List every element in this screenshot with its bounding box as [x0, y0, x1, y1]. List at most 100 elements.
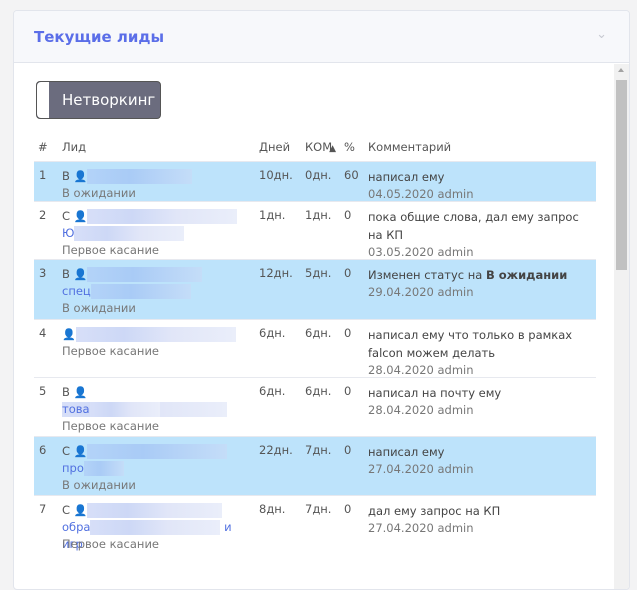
kom-cell: 7дн.: [305, 502, 332, 516]
lead-name-line: С 👤: [62, 502, 242, 519]
col-header-lead[interactable]: Лид: [62, 140, 86, 154]
table-row[interactable]: 2С 👤 Ю Первое касание 1дн. 1дн. 0 пока общие с…: [34, 201, 596, 259]
redacted-name: [83, 461, 124, 476]
lead-status: Первое касание: [62, 537, 159, 551]
col-header-kom[interactable]: КОМ▲: [305, 140, 336, 154]
lead-cell: С 👤 Ю Первое касание: [62, 208, 242, 259]
lead-prefix: С: [62, 503, 71, 517]
table-row[interactable]: 7С 👤 обра и игр Первое касание 8дн. 7дн. 0 дал…: [34, 495, 596, 585]
kom-cell: 6дн.: [305, 326, 332, 340]
comment-date: 29.04.2020 admin: [368, 285, 474, 299]
lead-name-line: В 👤: [62, 266, 242, 283]
percent-cell: 0: [344, 208, 352, 222]
col-header-comment: Комментарий: [368, 140, 452, 154]
lead-cell: В 👤 това Первое касание: [62, 384, 242, 435]
days-cell: 6дн.: [259, 384, 286, 398]
kom-cell: 7дн.: [305, 443, 332, 457]
lead-name-line: В 👤: [62, 384, 242, 417]
lead-cell: 👤 Первое касание: [62, 326, 242, 360]
user-icon: 👤: [73, 504, 88, 517]
networking-toggle[interactable]: Нетворкинг: [36, 81, 161, 119]
comment-cell: пока общие слова, дал ему запрос на КП 03…: [368, 208, 596, 261]
col-header-days[interactable]: Дней: [259, 140, 290, 154]
table-row[interactable]: 5В 👤 това Первое касание 6дн. 6дн. 0 написал н…: [34, 377, 596, 436]
percent-cell: 0: [344, 384, 352, 398]
table-row[interactable]: 1В 👤 В ожидании 10дн. 0дн. 60 написал ему 04.0…: [34, 161, 596, 201]
scroll-up-icon[interactable]: [618, 68, 624, 72]
lead-status: В ожидании: [62, 301, 136, 315]
panel-header[interactable]: Текущие лиды ⌄: [14, 11, 629, 63]
days-cell: 1дн.: [259, 208, 286, 222]
comment-cell: написал ему что только в рамках falcon м…: [368, 326, 596, 379]
redacted-name: [74, 226, 185, 241]
lead-name-line: С 👤: [62, 208, 242, 225]
lead-status: В ожидании: [62, 186, 136, 200]
comment-cell: написал ему 04.05.2020 admin: [368, 168, 596, 203]
comment-text: дал ему запрос на КП: [368, 504, 501, 518]
row-number: 6: [39, 443, 47, 457]
user-icon: 👤: [62, 328, 76, 341]
days-cell: 6дн.: [259, 326, 286, 340]
percent-cell: 60: [344, 168, 359, 182]
lead-status: Первое касание: [62, 419, 159, 433]
redacted-name: [87, 444, 228, 459]
comment-date: 27.04.2020 admin: [368, 521, 474, 535]
days-cell: 10дн.: [259, 168, 293, 182]
lead-link-line: спец: [62, 283, 242, 300]
chevron-down-icon[interactable]: ⌄: [596, 27, 607, 42]
lead-prefix: В: [62, 169, 70, 183]
lead-link[interactable]: това: [62, 402, 90, 416]
row-number: 1: [39, 168, 47, 182]
row-number: 7: [39, 502, 47, 516]
lead-status: Первое касание: [62, 243, 159, 257]
lead-prefix: С: [62, 209, 71, 223]
user-icon: 👤: [73, 268, 88, 281]
lead-link-line: про: [62, 460, 242, 477]
redacted-name: [89, 402, 160, 417]
comment-text: написал ему: [368, 445, 445, 459]
lead-prefix: В: [62, 385, 70, 399]
lead-name-line: В 👤: [62, 168, 242, 185]
lead-prefix: С: [62, 444, 71, 458]
user-icon: 👤: [73, 170, 88, 183]
lead-link-line: обра и игр: [62, 519, 242, 551]
scrollbar[interactable]: [614, 64, 629, 589]
scrollbar-thumb[interactable]: [616, 80, 627, 270]
kom-cell: 0дн.: [305, 168, 332, 182]
comment-cell: написал ему 27.04.2020 admin: [368, 443, 596, 478]
percent-cell: 0: [344, 502, 352, 516]
sort-icon: ▲: [329, 144, 337, 154]
redacted-name: [90, 284, 191, 299]
comment-text: пока общие слова, дал ему запрос на КП: [368, 210, 579, 242]
days-cell: 22дн.: [259, 443, 293, 457]
percent-cell: 0: [344, 326, 352, 340]
table-row[interactable]: 3В 👤 спец В ожидании 12дн. 5дн. 0 Изменен стат…: [34, 259, 596, 319]
lead-cell: В 👤 спец В ожидании: [62, 266, 242, 317]
lead-status: В ожидании: [62, 478, 136, 492]
user-icon: 👤: [73, 386, 88, 399]
comment-cell: написал на почту ему 28.04.2020 admin: [368, 384, 596, 419]
lead-link[interactable]: обра: [62, 520, 90, 534]
row-number: 5: [39, 384, 47, 398]
lead-link[interactable]: спец: [62, 284, 91, 298]
panel-title: Текущие лиды: [34, 28, 165, 46]
comment-date: 27.04.2020 admin: [368, 462, 474, 476]
comment-text: Изменен статус на: [368, 268, 487, 282]
days-cell: 8дн.: [259, 502, 286, 516]
redacted-name: [87, 267, 203, 282]
comment-date: 28.04.2020 admin: [368, 403, 474, 417]
comment-text: написал ему что только в рамках falcon м…: [368, 328, 573, 360]
comment-cell: дал ему запрос на КП 27.04.2020 admin: [368, 502, 596, 537]
percent-cell: 0: [344, 266, 352, 280]
lead-link[interactable]: про: [62, 461, 84, 475]
redacted-name: [87, 169, 193, 184]
comment-cell: Изменен статус на В ожидании 29.04.2020 a…: [368, 266, 596, 301]
col-header-pct[interactable]: %: [344, 140, 355, 154]
lead-link-line: това: [62, 401, 242, 418]
lead-link[interactable]: Ю: [62, 226, 74, 240]
table-row[interactable]: 6С 👤 про В ожидании 22дн. 7дн. 0 написал ему 27…: [34, 436, 596, 495]
table-row[interactable]: 4 👤 Первое касание 6дн. 6дн. 0 написал ему что…: [34, 319, 596, 377]
current-leads-panel: Текущие лиды ⌄ Нетворкинг # Лид Дней КОМ…: [13, 10, 630, 590]
row-number: 4: [39, 326, 47, 340]
user-icon: 👤: [73, 210, 88, 223]
